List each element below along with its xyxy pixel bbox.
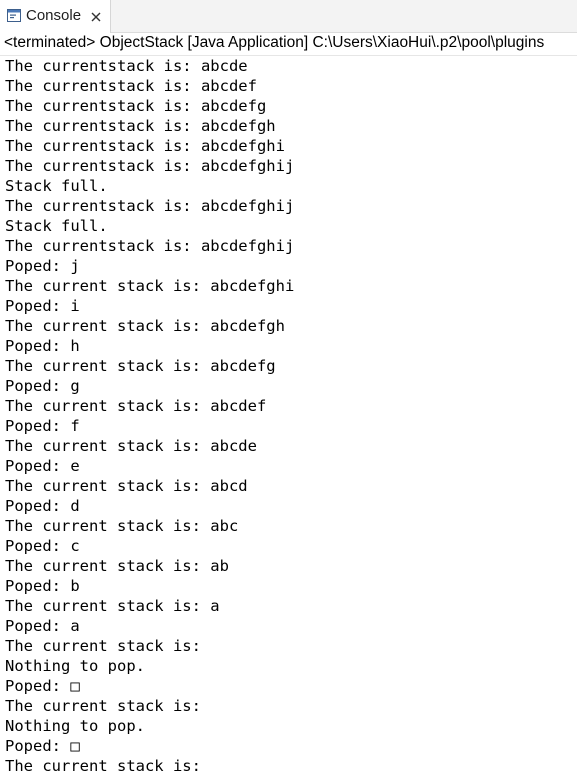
- console-line: The currentstack is: abcdefghij: [5, 237, 295, 255]
- console-line: The current stack is: a: [5, 597, 220, 615]
- console-line: The currentstack is: abcdefghij: [5, 157, 295, 175]
- console-icon: [7, 9, 21, 22]
- console-line: Stack full.: [5, 177, 108, 195]
- process-status-text: <terminated> ObjectStack [Java Applicati…: [4, 34, 545, 51]
- console-line: The current stack is: abc: [5, 517, 239, 535]
- console-line: Poped: a: [5, 617, 80, 635]
- console-line: The current stack is: abcdef: [5, 397, 267, 415]
- close-icon[interactable]: [90, 10, 102, 22]
- console-line: The current stack is: abcdefghi: [5, 277, 295, 295]
- console-line: The currentstack is: abcdefgh: [5, 117, 276, 135]
- console-line: Poped: i: [5, 297, 80, 315]
- console-line: Poped: d: [5, 497, 80, 515]
- console-line: Poped: □: [5, 737, 80, 755]
- console-line: Poped: b: [5, 577, 80, 595]
- tab-console[interactable]: Console: [0, 0, 111, 33]
- console-line: Poped: f: [5, 417, 80, 435]
- tab-bar: Console: [0, 0, 577, 33]
- console-line: The current stack is:: [5, 637, 211, 655]
- console-line: Poped: h: [5, 337, 80, 355]
- console-line: The currentstack is: abcde: [5, 57, 248, 75]
- console-line: The current stack is:: [5, 697, 211, 715]
- console-line: The current stack is:: [5, 757, 211, 775]
- console-window: Console <terminated> ObjectStack [Java A…: [0, 0, 577, 778]
- console-line: The currentstack is: abcdefghi: [5, 137, 285, 155]
- console-line: Poped: e: [5, 457, 80, 475]
- console-line: The current stack is: abcde: [5, 437, 257, 455]
- console-line: Poped: □: [5, 677, 80, 695]
- console-line: The current stack is: abcd: [5, 477, 248, 495]
- console-line: The current stack is: ab: [5, 557, 229, 575]
- console-output[interactable]: The currentstack is: abcde The currentsta…: [0, 56, 577, 778]
- console-line: Poped: c: [5, 537, 80, 555]
- console-line: Nothing to pop.: [5, 657, 145, 675]
- console-line: The currentstack is: abcdefg: [5, 97, 267, 115]
- console-line: The currentstack is: abcdefghij: [5, 197, 295, 215]
- console-line: The current stack is: abcdefg: [5, 357, 276, 375]
- tab-console-label: Console: [26, 7, 82, 24]
- console-line: Stack full.: [5, 217, 108, 235]
- console-line: Nothing to pop.: [5, 717, 145, 735]
- console-line: The currentstack is: abcdef: [5, 77, 257, 95]
- console-line: The current stack is: abcdefgh: [5, 317, 285, 335]
- process-status-line: <terminated> ObjectStack [Java Applicati…: [0, 33, 577, 56]
- console-line: Poped: g: [5, 377, 80, 395]
- console-line: Poped: j: [5, 257, 80, 275]
